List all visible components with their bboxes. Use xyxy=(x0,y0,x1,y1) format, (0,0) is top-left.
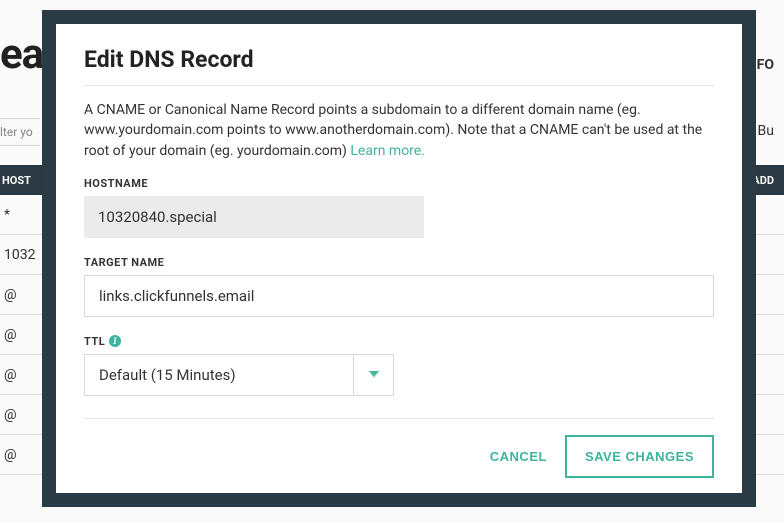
hostname-field: 10320840.special xyxy=(84,196,424,238)
target-name-label: TARGET NAME xyxy=(84,256,714,269)
ttl-label: TTL i xyxy=(84,335,714,348)
ttl-label-text: TTL xyxy=(84,335,105,348)
modal-overlay: Edit DNS Record A CNAME or Canonical Nam… xyxy=(0,0,784,523)
save-changes-button[interactable]: SAVE CHANGES xyxy=(565,435,714,478)
learn-more-link[interactable]: Learn more. xyxy=(350,143,425,159)
cancel-button[interactable]: CANCEL xyxy=(490,449,547,464)
chevron-down-icon xyxy=(367,370,381,380)
ttl-select-value[interactable]: Default (15 Minutes) xyxy=(84,354,354,396)
info-icon[interactable]: i xyxy=(109,335,121,347)
divider xyxy=(84,85,714,86)
ttl-select[interactable]: Default (15 Minutes) xyxy=(84,354,714,396)
modal-footer: CANCEL SAVE CHANGES xyxy=(84,419,714,478)
ttl-select-caret[interactable] xyxy=(354,354,394,396)
hostname-label: HOSTNAME xyxy=(84,177,714,190)
modal-title: Edit DNS Record xyxy=(84,46,714,73)
target-name-input[interactable] xyxy=(84,275,714,317)
modal-frame: Edit DNS Record A CNAME or Canonical Nam… xyxy=(42,10,756,507)
modal-description: A CNAME or Canonical Name Record points … xyxy=(84,100,714,161)
edit-dns-modal: Edit DNS Record A CNAME or Canonical Nam… xyxy=(56,24,742,493)
